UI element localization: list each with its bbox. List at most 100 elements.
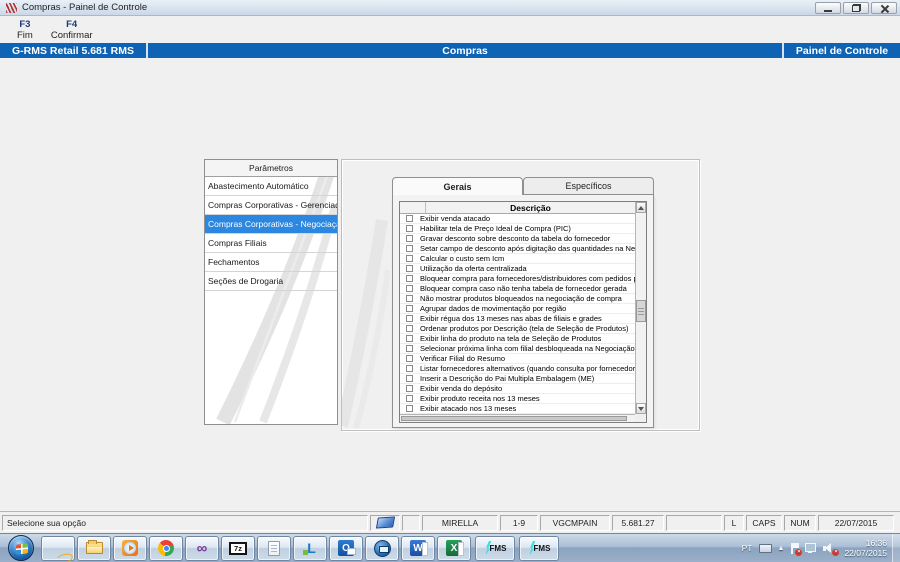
option-label: Exibir atacado nos 13 meses	[420, 404, 517, 413]
action-center-icon[interactable]	[790, 542, 803, 556]
tab-especificos[interactable]: Específicos	[523, 177, 654, 194]
option-label: Utilização da oferta centralizada	[420, 264, 527, 273]
status-cell-7: CAPS	[746, 514, 782, 531]
option-row-9[interactable]: Agrupar dados de movimentação por região	[400, 304, 635, 314]
scroll-up-button[interactable]	[636, 202, 646, 213]
sidebar-item-3[interactable]: Compras Filiais	[205, 234, 337, 253]
option-row-0[interactable]: Exibir venda atacado	[400, 214, 635, 224]
option-row-5[interactable]: Utilização da oferta centralizada	[400, 264, 635, 274]
volume-muted-icon[interactable]	[823, 542, 840, 556]
sidebar-item-0[interactable]: Abastecimento Automático	[205, 177, 337, 196]
checkbox[interactable]	[406, 245, 413, 252]
checkbox[interactable]	[406, 285, 413, 292]
restore-button[interactable]	[843, 2, 869, 14]
sidebar-item-1[interactable]: Compras Corporativas - Gerenciador	[205, 196, 337, 215]
status-cell-6: L	[724, 514, 744, 531]
horizontal-scrollbar-thumb[interactable]	[401, 416, 627, 421]
checkbox[interactable]	[406, 265, 413, 272]
function-key-label: F4	[66, 18, 78, 30]
lync-taskbar-button[interactable]: L	[293, 535, 327, 561]
7zip-taskbar-button[interactable]: 7z	[221, 535, 255, 561]
checkbox[interactable]	[406, 385, 413, 392]
keyboard-icon[interactable]	[758, 543, 772, 553]
option-row-4[interactable]: Calcular o custo sem Icm	[400, 254, 635, 264]
media-player-taskbar-button[interactable]	[113, 535, 147, 561]
start-button[interactable]	[2, 534, 40, 562]
clock-date: 22/07/2015	[844, 548, 887, 558]
taskbar-apps: ∞ 7z L O W X FMS FMS	[40, 535, 560, 561]
checkbox[interactable]	[406, 355, 413, 362]
option-row-7[interactable]: Bloquear compra caso não tenha tabela de…	[400, 284, 635, 294]
visual-studio-taskbar-button[interactable]: ∞	[185, 535, 219, 561]
option-label: Listar fornecedores alternativos (quando…	[420, 364, 635, 373]
horizontal-scrollbar[interactable]	[400, 414, 635, 422]
close-button[interactable]	[871, 2, 897, 14]
scroll-down-icon	[638, 406, 644, 411]
option-row-16[interactable]: Inserir a Descrição do Pai Multipla Emba…	[400, 374, 635, 384]
vertical-scrollbar[interactable]	[635, 202, 646, 414]
banner-screen-name: Painel de Controle	[782, 43, 900, 58]
language-indicator[interactable]: PT	[742, 543, 753, 553]
sidebar-item-2[interactable]: Compras Corporativas - Negociação	[205, 215, 337, 234]
scroll-down-button[interactable]	[636, 403, 646, 414]
checkbox[interactable]	[406, 405, 413, 412]
media-player-icon	[122, 540, 138, 556]
minimize-button[interactable]	[815, 2, 841, 14]
option-row-15[interactable]: Listar fornecedores alternativos (quando…	[400, 364, 635, 374]
vertical-scrollbar-thumb[interactable]	[636, 300, 646, 322]
remote-desktop-taskbar-button[interactable]	[365, 535, 399, 561]
checkbox[interactable]	[406, 315, 413, 322]
option-row-18[interactable]: Exibir produto receita nos 13 meses	[400, 394, 635, 404]
checkbox[interactable]	[406, 375, 413, 382]
option-row-2[interactable]: Gravar desconto sobre desconto da tabela…	[400, 234, 635, 244]
checkbox[interactable]	[406, 295, 413, 302]
outlook-taskbar-button[interactable]: O	[329, 535, 363, 561]
excel-taskbar-button[interactable]: X	[437, 535, 471, 561]
notepad-taskbar-button[interactable]	[257, 535, 291, 561]
status-cell-2: 1-9	[500, 514, 538, 531]
option-row-6[interactable]: Bloquear compra para fornecedores/distri…	[400, 274, 635, 284]
status-cell-3: VGCMPAIN	[540, 514, 610, 531]
checkbox[interactable]	[406, 335, 413, 342]
option-row-8[interactable]: Não mostrar produtos bloqueados na negoc…	[400, 294, 635, 304]
option-row-10[interactable]: Exibir régua dos 13 meses nas abas de fi…	[400, 314, 635, 324]
options-panel: Gerais Específicos Descrição Exibir venda…	[341, 159, 700, 431]
option-row-17[interactable]: Exibir venda do depósito	[400, 384, 635, 394]
option-row-12[interactable]: Exibir linha do produto na tela de Seleç…	[400, 334, 635, 344]
option-row-13[interactable]: Selecionar próxima linha com filial desb…	[400, 344, 635, 354]
checkbox[interactable]	[406, 215, 413, 222]
checkbox[interactable]	[406, 225, 413, 232]
internet-explorer-taskbar-button[interactable]	[41, 535, 75, 561]
checkbox[interactable]	[406, 255, 413, 262]
checkbox[interactable]	[406, 305, 413, 312]
taskbar-clock[interactable]: 16:36 22/07/2015	[844, 538, 887, 558]
rms-app-taskbar-button[interactable]: FMS	[475, 535, 515, 561]
option-row-11[interactable]: Ordenar produtos por Descrição (tela de …	[400, 324, 635, 334]
option-row-14[interactable]: Verificar Filial do Resumo	[400, 354, 635, 364]
option-label: Exibir régua dos 13 meses nas abas de fi…	[420, 314, 602, 323]
network-icon[interactable]	[805, 543, 817, 553]
status-bar: Selecione sua opção MIRELLA 1-9 VGCMPAIN 5.…	[0, 511, 900, 533]
option-row-1[interactable]: Habilitar tela de Preço Ideal de Compra …	[400, 224, 635, 234]
show-desktop-button[interactable]	[892, 533, 900, 562]
checkbox[interactable]	[406, 235, 413, 242]
word-taskbar-button[interactable]: W	[401, 535, 435, 561]
option-row-3[interactable]: Setar campo de desconto após digitação d…	[400, 244, 635, 254]
show-hidden-icons-button[interactable]: ▲	[778, 545, 785, 552]
windows-explorer-taskbar-button[interactable]	[77, 535, 111, 561]
toolbar-button-confirmar[interactable]: F4 Confirmar	[42, 16, 102, 43]
checkbox[interactable]	[406, 275, 413, 282]
checkbox[interactable]	[406, 325, 413, 332]
toolbar-button-fim[interactable]: F3 Fim	[8, 16, 42, 43]
option-label: Bloquear compra para fornecedores/distri…	[420, 274, 635, 283]
banner-bar: G-RMS Retail 5.681 RMS Compras Painel de…	[0, 43, 900, 58]
option-row-19[interactable]: Exibir atacado nos 13 meses	[400, 404, 635, 414]
checkbox[interactable]	[406, 345, 413, 352]
sidebar-item-5[interactable]: Seções de Drogaria	[205, 272, 337, 291]
chrome-taskbar-button[interactable]	[149, 535, 183, 561]
checkbox[interactable]	[406, 395, 413, 402]
tab-gerais[interactable]: Gerais	[392, 177, 523, 195]
rms-app-taskbar-button[interactable]: FMS	[519, 535, 559, 561]
sidebar-item-4[interactable]: Fechamentos	[205, 253, 337, 272]
checkbox[interactable]	[406, 365, 413, 372]
